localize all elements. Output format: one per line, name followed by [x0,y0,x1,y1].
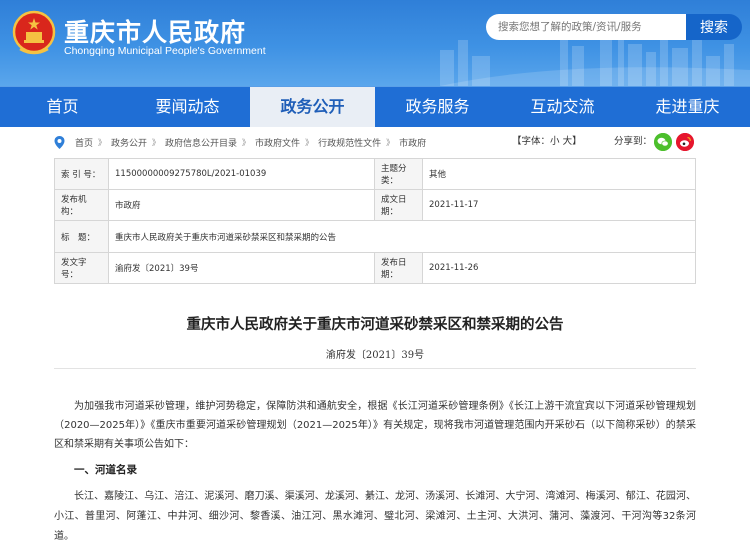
site-title: 重庆市人民政府 [64,18,247,47]
breadcrumb: 首页 》 政务公开 》 政府信息公开目录 》 市政府文件 》 行政规范性文件 》… [54,131,696,153]
breadcrumb-municipal-gov[interactable]: 市政府 [399,136,426,149]
site-subtitle: Chongqing Municipal People's Government [64,45,266,57]
index-no-value: 11500000009275780L/2021-01039 [108,158,375,190]
font-size-label: 【字体： [512,136,551,147]
breadcrumb-municipal-files[interactable]: 市政府文件 [255,136,300,149]
weibo-share-icon[interactable] [676,133,694,151]
publish-date-value: 2021-11-26 [422,252,696,284]
nav-item-gov-services[interactable]: 政务服务 [375,87,500,127]
nav-item-interaction[interactable]: 互动交流 [500,87,625,127]
publish-date-label: 发布日期： [374,252,423,284]
doc-number-value: 渝府发〔2021〕39号 [108,252,375,284]
breadcrumb-separator: 》 [242,137,251,147]
article-paragraph: 长江、嘉陵江、乌江、涪江、泥溪河、磨刀溪、渠溪河、龙溪河、綦江、龙河、汤溪河、长… [54,491,696,542]
article-divider [54,368,696,369]
topic-value: 其他 [422,158,696,190]
share-label: 分享到： [614,136,653,147]
font-large-button[interactable]: 大 [563,136,573,147]
article-doc-number: 渝府发〔2021〕39号 [325,350,425,361]
written-date-value: 2021-11-17 [422,189,696,221]
nav-item-home[interactable]: 首页 [0,87,125,127]
search-input[interactable] [486,14,686,40]
document-info-table: 索 引 号： 11500000009275780L/2021-01039 主题分… [54,158,696,284]
topic-label: 主题分类： [374,158,423,190]
nav-item-about-chongqing[interactable]: 走进重庆 [625,87,750,127]
section-heading: 一、河道名录 [74,464,137,476]
issuer-value: 市政府 [108,189,375,221]
location-pin-icon [54,135,65,149]
info-row: 发文字号： 渝府发〔2021〕39号 发布日期： 2021-11-26 [54,252,696,284]
breadcrumb-normative-files[interactable]: 行政规范性文件 [318,136,381,149]
font-size-bracket: 】 [572,136,582,147]
breadcrumb-separator: 》 [152,137,161,147]
info-row: 发布机构： 市政府 成文日期： 2021-11-17 [54,189,696,221]
article-paragraph: 为加强我市河道采砂管理，维护河势稳定，保障防洪和通航安全，根据《长江河道采砂管理… [54,401,696,450]
breadcrumb-separator: 》 [305,137,314,147]
nav-item-news[interactable]: 要闻动态 [125,87,250,127]
font-small-button[interactable]: 小 [550,136,560,147]
info-row: 索 引 号： 11500000009275780L/2021-01039 主题分… [54,158,696,190]
doc-title-value: 重庆市人民政府关于重庆市河道采砂禁采区和禁采期的公告 [108,220,696,253]
breadcrumb-gov-affairs-open[interactable]: 政务公开 [111,136,147,149]
national-emblem-icon [12,10,56,55]
doc-title-label: 标 题： [54,220,109,253]
wechat-share-icon[interactable] [654,133,672,151]
issuer-label: 发布机构： [54,189,109,221]
font-size-control: 【字体：小 大】 [512,131,582,153]
info-row: 标 题： 重庆市人民政府关于重庆市河道采砂禁采区和禁采期的公告 [54,220,696,253]
written-date-label: 成文日期： [374,189,423,221]
breadcrumb-info-catalog[interactable]: 政府信息公开目录 [165,136,237,149]
breadcrumb-separator: 》 [386,137,395,147]
breadcrumb-home[interactable]: 首页 [75,136,93,149]
doc-number-label: 发文字号： [54,252,109,284]
nav-item-gov-affairs-open[interactable]: 政务公开 [250,87,375,127]
search-button[interactable]: 搜索 [686,14,742,40]
site-header: 重庆市人民政府 Chongqing Municipal People's Gov… [0,0,750,86]
main-nav: 首页 要闻动态 政务公开 政务服务 互动交流 走进重庆 [0,86,750,127]
breadcrumb-separator: 》 [98,137,107,147]
article-title: 重庆市人民政府关于重庆市河道采砂禁采区和禁采期的公告 [186,316,564,333]
index-no-label: 索 引 号： [54,158,109,190]
